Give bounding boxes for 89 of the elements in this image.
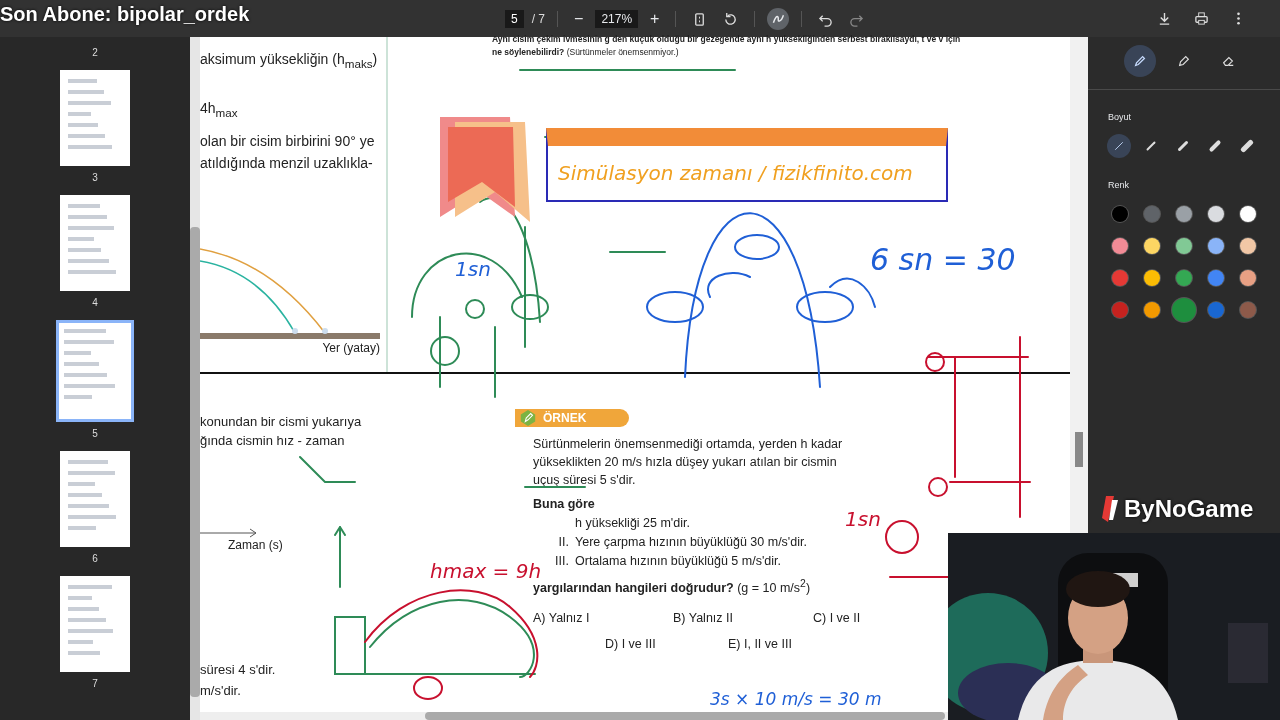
statement-text: Yere çarpma hızının büyüklüğü 30 m/s'dir. [575,535,807,549]
answer-option: B) Yalnız II [673,611,813,626]
stream-caption: Son Abone: bipolar_ordek [0,3,250,26]
color-swatch[interactable] [1112,302,1128,318]
body-text: süresi 4 s'dir. [200,662,277,677]
size-label: Boyut [1108,112,1132,122]
color-swatch[interactable] [1112,206,1128,222]
color-swatch[interactable] [1240,270,1256,286]
statement-text: h yüksekliği 25 m'dir. [575,516,690,530]
answer-option: C) I ve II [813,611,913,626]
scrollbar-thumb[interactable] [1075,432,1083,467]
highlighter-icon [1177,54,1191,68]
body-text: 4h$_{max}$ [200,99,239,119]
color-swatch[interactable] [1208,302,1224,318]
color-swatch[interactable] [1176,238,1192,254]
download-icon[interactable] [1157,11,1172,26]
statement-text: Ortalama hızının büyüklüğü 5 m/s'dir. [575,554,781,568]
zoom-out-button[interactable]: − [570,10,588,28]
color-swatch[interactable] [1176,270,1192,286]
logo-icon [1100,494,1120,524]
logo-text: ByNoGame [1124,495,1254,523]
color-swatch[interactable] [1144,238,1160,254]
stroke-width-icon [1112,139,1126,153]
page-label: 4 [92,297,98,308]
body-text: ğında cismin hız - zaman [200,433,346,448]
page-label: 5 [92,428,98,439]
example-label: ÖRNEK [543,411,587,425]
answer-option: D) I ve III [605,637,673,652]
page-label: 3 [92,172,98,183]
zoom-in-button[interactable]: + [646,10,664,28]
color-swatch[interactable] [1112,270,1128,286]
color-swatch[interactable] [1208,206,1224,222]
handwritten-note: 3s × 10 m/s = 30 m [710,689,882,709]
body-text: m/s'dir. [200,683,242,698]
color-swatch[interactable] [1240,238,1256,254]
page-label: 2 [92,47,98,58]
page-thumbnail[interactable] [60,451,130,547]
color-swatch[interactable] [1240,302,1256,318]
page-number-field[interactable]: 5 [505,10,524,28]
example-text: Sürtünmelerin önemsenmediği ortamda, yerden h kadar yükseklikten 20 m/s hızla düşey yukarı atılan bir cismin uçuş süresi 5 s'dir. [533,436,844,489]
body-text: aksimum yüksekliğin (h$_{maks}$) [200,51,379,70]
body-text: atıldığında menzil uzaklıkla- [200,154,374,171]
answer-option: E) I, II ve III [728,637,813,652]
stroke-width-icon [1144,139,1158,153]
pen-tool[interactable] [1124,45,1156,77]
body-text: konundan bir cismi yukarıya [200,414,363,429]
pen-icon [1133,54,1147,68]
color-swatch[interactable] [1144,270,1160,286]
pencil-icon [519,409,537,427]
landing-point [322,327,328,334]
color-swatch[interactable] [1208,238,1224,254]
answer-option: A) Yalnız I [533,611,673,626]
annotate-icon[interactable] [767,8,790,30]
color-swatch[interactable] [1172,298,1196,322]
page-label: 6 [92,553,98,564]
lead-text: Buna göre [533,497,596,511]
color-swatch[interactable] [1112,238,1128,254]
axis-label: Zaman (s) [228,538,284,552]
rotate-icon[interactable] [723,11,739,27]
body-text: olan bir cisim birbirini 90° ye [200,132,376,149]
page-thumbnail[interactable] [60,70,130,166]
eraser-icon [1221,54,1235,68]
page-thumbnail[interactable] [60,576,130,672]
color-swatch[interactable] [1144,206,1160,222]
scrollbar-thumb[interactable] [425,712,945,720]
stroke-width-icon [1208,139,1222,153]
banner-text: Simülasyon zamanı / fizikfinito.com [558,161,913,185]
stroke-width-icon [1240,139,1254,153]
question-text: Aynı cisim çekim ivmesinin g den küçük olduğu bir gezegende aynı h yüksekliğinden serbest bırakılsaydı, t ve v için ne söylenebilirdi? (Sürtünmeler önemsenmiyor.) [492,33,962,59]
handwritten-note: 6 sn = 30 [870,242,1016,277]
page-label: 7 [92,678,98,689]
page-thumbnail[interactable] [56,320,134,422]
page-thumbnail[interactable] [60,195,130,291]
zoom-field[interactable]: 217% [595,10,639,28]
handwritten-note: 1sn [455,257,491,281]
stroke-width-icon [1176,139,1190,153]
color-label: Renk [1108,180,1130,190]
handwritten-note: 1sn [845,507,881,531]
page-count: / 7 [531,12,546,26]
axis-label: Yer (yatay) [322,340,380,355]
print-icon[interactable] [1194,11,1209,26]
scrollbar-thumb[interactable] [190,227,200,697]
color-swatch[interactable] [1240,206,1256,222]
statement-number: III. [554,554,569,568]
statement-number: II. [557,535,569,549]
color-swatch[interactable] [1144,302,1160,318]
landing-point [292,327,298,334]
color-swatch[interactable] [1208,270,1224,286]
color-swatch[interactable] [1176,206,1192,222]
